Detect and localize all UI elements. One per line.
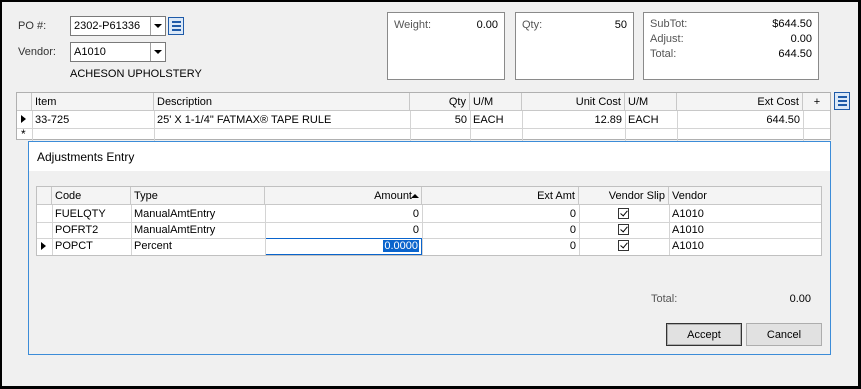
amount-edit-value: 0.0000 — [383, 240, 419, 252]
adj-vendor[interactable]: A1010 — [669, 222, 822, 238]
accept-button[interactable]: Accept — [666, 323, 742, 346]
list-icon — [171, 21, 181, 23]
item-code[interactable]: 33-725 — [32, 112, 154, 128]
col-vendor-slip[interactable]: Vendor Slip — [579, 187, 669, 205]
item-qty[interactable]: 50 — [410, 112, 470, 128]
col-um[interactable]: U/M — [470, 93, 522, 111]
qty-box: Qty: 50 — [515, 12, 634, 80]
items-grid[interactable]: Item Description Qty U/M Unit Cost U/M E… — [16, 92, 831, 141]
total-label: Total: — [650, 48, 677, 60]
adjust-value: 0.00 — [790, 33, 812, 45]
chevron-down-icon — [154, 50, 162, 54]
vendor-label: Vendor: — [18, 46, 56, 58]
col-amount[interactable]: Amount — [265, 187, 422, 205]
col-ext-cost[interactable]: Ext Cost — [677, 93, 803, 111]
item-um[interactable]: EACH — [470, 112, 522, 128]
adjust-label: Adjust: — [650, 33, 684, 45]
item-um2[interactable]: EACH — [625, 112, 677, 128]
new-row-marker: * — [21, 127, 26, 141]
item-ext-cost[interactable]: 644.50 — [677, 112, 803, 128]
dialog-total-value: 0.00 — [789, 293, 811, 305]
adj-vendor[interactable]: A1010 — [669, 206, 822, 222]
chevron-down-icon — [154, 24, 162, 28]
adjustments-grid-header: Code Type Amount Ext Amt Vendor Slip Ven… — [37, 187, 821, 205]
col-description[interactable]: Description — [154, 93, 410, 111]
adj-code[interactable]: FUELQTY — [52, 206, 131, 222]
weight-label: Weight: — [394, 19, 432, 31]
sort-ascending-icon — [411, 194, 419, 198]
adj-type[interactable]: ManualAmtEntry — [131, 206, 265, 222]
adjustments-dialog: Adjustments Entry Code Type Amount Ext A… — [28, 141, 831, 355]
adj-ext-amt[interactable]: 0 — [422, 238, 579, 254]
adj-vendor[interactable]: A1010 — [669, 238, 822, 254]
dialog-title: Adjustments Entry — [37, 150, 135, 164]
adj-code[interactable]: POFRT2 — [52, 222, 131, 238]
col-type[interactable]: Type — [131, 187, 265, 205]
col-code[interactable]: Code — [52, 187, 131, 205]
total-value: 644.50 — [778, 48, 812, 60]
cancel-button[interactable]: Cancel — [746, 323, 822, 346]
col-ext-amt[interactable]: Ext Amt — [422, 187, 579, 205]
qty-value: 50 — [614, 19, 627, 31]
vendor-combo[interactable]: A1010 — [70, 42, 166, 62]
add-column-button[interactable]: + — [803, 93, 831, 111]
subtot-value: $644.50 — [772, 18, 812, 30]
adj-ext-amt[interactable]: 0 — [422, 222, 579, 238]
vendor-slip-checkbox[interactable] — [618, 208, 629, 219]
col-item[interactable]: Item — [32, 93, 154, 111]
totals-box: SubTot: $644.50 Adjust: 0.00 Total: 644.… — [643, 12, 819, 80]
adj-ext-amt[interactable]: 0 — [422, 206, 579, 222]
col-amount-label: Amount — [374, 190, 412, 202]
vendor-slip-checkbox[interactable] — [618, 240, 629, 251]
adj-amount[interactable]: 0 — [265, 222, 422, 238]
purchase-order-window: PO #: 2302-P61336 Vendor: A1010 ACHESON … — [0, 0, 861, 389]
po-label: PO #: — [18, 20, 47, 32]
amount-edit-field[interactable]: 0.0000 — [265, 238, 422, 255]
vendor-dropdown-button[interactable] — [150, 43, 165, 61]
dialog-title-bar: Adjustments Entry — [29, 142, 830, 171]
item-description[interactable]: 25' X 1-1/4" FATMAX® TAPE RULE — [154, 112, 410, 128]
col-vendor[interactable]: Vendor — [669, 187, 822, 205]
col-um2[interactable]: U/M — [625, 93, 677, 111]
subtot-label: SubTot: — [650, 18, 688, 30]
adj-type[interactable]: Percent — [131, 238, 265, 254]
po-dropdown-button[interactable] — [150, 17, 165, 35]
dialog-total-label: Total: — [651, 293, 678, 305]
adjustments-grid[interactable]: Code Type Amount Ext Amt Vendor Slip Ven… — [36, 186, 822, 256]
items-grid-header: Item Description Qty U/M Unit Cost U/M E… — [17, 93, 830, 111]
col-unit-cost[interactable]: Unit Cost — [522, 93, 625, 111]
weight-value: 0.00 — [476, 19, 498, 31]
list-icon — [837, 96, 847, 98]
item-unit-cost[interactable]: 12.89 — [522, 112, 625, 128]
adj-type[interactable]: ManualAmtEntry — [131, 222, 265, 238]
po-lookup-button[interactable] — [168, 17, 184, 35]
weight-box: Weight: 0.00 — [387, 12, 505, 80]
adj-amount[interactable]: 0 — [265, 206, 422, 222]
vendor-name: ACHESON UPHOLSTERY — [70, 68, 202, 80]
adj-code[interactable]: POPCT — [52, 238, 131, 254]
po-number-combo[interactable]: 2302-P61336 — [70, 16, 166, 36]
col-qty[interactable]: Qty — [410, 93, 470, 111]
current-row-icon — [41, 242, 46, 250]
vendor-slip-checkbox[interactable] — [618, 224, 629, 235]
grid-options-button[interactable] — [834, 92, 850, 110]
po-number-value: 2302-P61336 — [74, 20, 141, 32]
qty-label: Qty: — [522, 19, 543, 31]
current-row-icon — [21, 115, 26, 123]
vendor-value: A1010 — [74, 46, 106, 58]
